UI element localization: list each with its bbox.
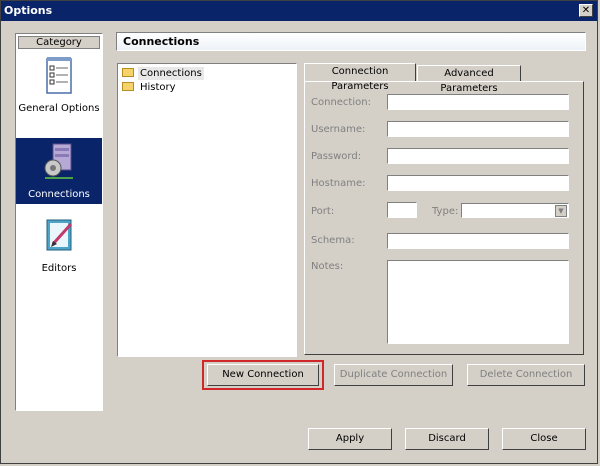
username-field[interactable] [386, 120, 570, 138]
section-title: Connections [116, 32, 586, 51]
folder-icon [122, 68, 134, 77]
tree-item-connections[interactable]: Connections [122, 67, 204, 80]
port-label: Port: [311, 206, 335, 217]
duplicate-connection-button[interactable]: Duplicate Connection [334, 364, 453, 386]
tree-item-label: History [140, 82, 176, 93]
hostname-field[interactable] [386, 174, 570, 192]
tree-item-label: Connections [138, 67, 204, 80]
hostname-label: Hostname: [311, 178, 366, 189]
connection-tree[interactable]: Connections History [117, 63, 297, 357]
category-label: Connections [28, 189, 90, 200]
category-label: General Options [18, 103, 100, 114]
close-window-button[interactable]: ✕ [579, 4, 593, 17]
category-panel: Category General Options Connections Edi… [15, 33, 103, 411]
server-gear-icon [44, 143, 73, 179]
discard-button[interactable]: Discard [405, 428, 489, 450]
category-item-general-options[interactable]: General Options [16, 52, 102, 118]
checklist-icon [46, 57, 72, 94]
type-select[interactable]: ▼ [460, 202, 570, 219]
tab-connection-parameters[interactable]: Connection Parameters [304, 63, 416, 92]
connection-parameters-panel: Connection: Username: Password: Hostname… [304, 81, 584, 355]
edit-document-icon [46, 219, 73, 251]
port-field[interactable] [386, 201, 418, 219]
connection-label: Connection: [311, 97, 371, 108]
notes-label: Notes: [311, 261, 344, 272]
type-label: Type: [432, 206, 459, 217]
tab-advanced-parameters[interactable]: Advanced Parameters [417, 65, 521, 94]
apply-button[interactable]: Apply [308, 428, 392, 450]
tree-item-history[interactable]: History [122, 81, 178, 94]
highlight-annotation [202, 360, 324, 390]
delete-connection-button[interactable]: Delete Connection [467, 364, 585, 386]
category-item-editors[interactable]: Editors [16, 212, 102, 278]
schema-field[interactable] [386, 232, 570, 250]
username-label: Username: [311, 124, 366, 135]
schema-label: Schema: [311, 235, 355, 246]
options-window: Options ✕ Category General Options Conne… [0, 0, 598, 464]
title-bar[interactable]: Options ✕ [1, 1, 597, 21]
category-item-connections[interactable]: Connections [16, 138, 102, 204]
folder-icon [122, 82, 134, 91]
notes-textarea[interactable] [386, 259, 570, 345]
close-icon: ✕ [581, 5, 591, 16]
connection-field[interactable] [386, 93, 570, 111]
chevron-down-icon[interactable]: ▼ [555, 205, 567, 217]
close-button[interactable]: Close [502, 428, 586, 450]
window-title: Options [4, 4, 53, 17]
password-label: Password: [311, 151, 362, 162]
password-field[interactable] [386, 147, 570, 165]
category-label: Editors [41, 263, 77, 274]
category-header: Category [18, 36, 100, 49]
